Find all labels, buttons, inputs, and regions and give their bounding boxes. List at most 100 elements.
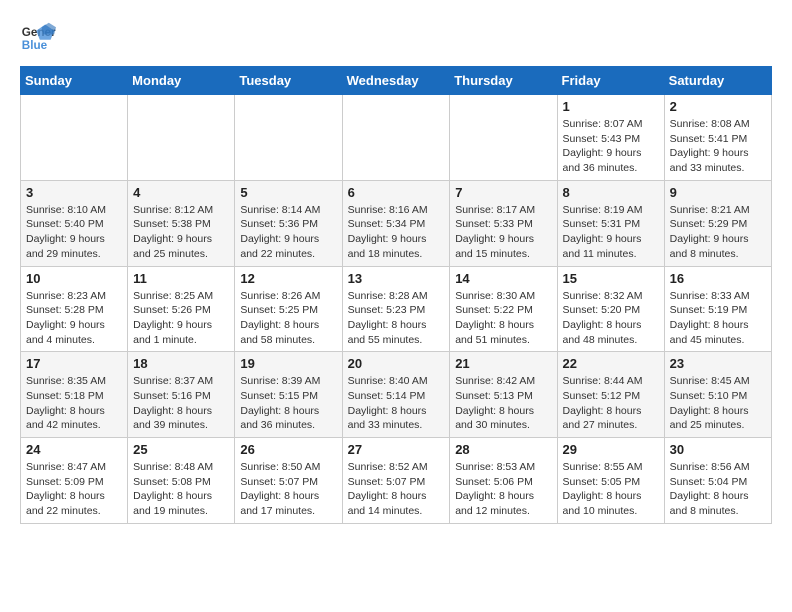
day-number: 21 [455, 356, 551, 371]
day-header-sunday: Sunday [21, 67, 128, 95]
day-number: 23 [670, 356, 766, 371]
day-number: 8 [563, 185, 659, 200]
calendar-cell: 9 Sunrise: 8:21 AMSunset: 5:29 PMDaylight… [664, 180, 771, 266]
day-number: 18 [133, 356, 229, 371]
day-info: Sunrise: 8:25 AMSunset: 5:26 PMDaylight:… [133, 289, 229, 348]
day-info: Sunrise: 8:52 AMSunset: 5:07 PMDaylight:… [348, 460, 445, 519]
calendar-cell: 20Sunrise: 8:40 AMSunset: 5:14 PMDayligh… [342, 352, 450, 438]
day-info: Sunrise: 8:53 AMSunset: 5:06 PMDaylight:… [455, 460, 551, 519]
calendar-cell: 23 Sunrise: 8:45 AMSunset: 5:10 PMDayligh… [664, 352, 771, 438]
day-info: Sunrise: 8:16 AMSunset: 5:34 PMDaylight:… [348, 203, 445, 262]
calendar-cell: 4Sunrise: 8:12 AMSunset: 5:38 PMDaylight… [128, 180, 235, 266]
day-number: 22 [563, 356, 659, 371]
day-info: Sunrise: 8:33 AMSunset: 5:19 PMDaylight:… [670, 289, 766, 348]
day-info: Sunrise: 8:10 AMSunset: 5:40 PMDaylight:… [26, 203, 122, 262]
calendar-cell [450, 95, 557, 181]
calendar-cell: 29 Sunrise: 8:55 AMSunset: 5:05 PMDayligh… [557, 438, 664, 524]
calendar-cell: 14Sunrise: 8:30 AMSunset: 5:22 PMDayligh… [450, 266, 557, 352]
calendar-cell: 2 Sunrise: 8:08 AMSunset: 5:41 PMDaylight… [664, 95, 771, 181]
calendar-cell: 21 Sunrise: 8:42 AMSunset: 5:13 PMDayligh… [450, 352, 557, 438]
day-number: 3 [26, 185, 122, 200]
day-number: 11 [133, 271, 229, 286]
day-number: 10 [26, 271, 122, 286]
day-number: 5 [240, 185, 336, 200]
calendar-week-5: 24 Sunrise: 8:47 AMSunset: 5:09 PMDayligh… [21, 438, 772, 524]
day-info: Sunrise: 8:50 AMSunset: 5:07 PMDaylight:… [240, 460, 336, 519]
calendar-cell: 16 Sunrise: 8:33 AMSunset: 5:19 PMDayligh… [664, 266, 771, 352]
day-header-thursday: Thursday [450, 67, 557, 95]
calendar-cell: 19Sunrise: 8:39 AMSunset: 5:15 PMDayligh… [235, 352, 342, 438]
day-number: 30 [670, 442, 766, 457]
calendar-cell: 28 Sunrise: 8:53 AMSunset: 5:06 PMDayligh… [450, 438, 557, 524]
day-info: Sunrise: 8:17 AMSunset: 5:33 PMDaylight:… [455, 203, 551, 262]
calendar-cell: 10 Sunrise: 8:23 AMSunset: 5:28 PMDayligh… [21, 266, 128, 352]
day-info: Sunrise: 8:23 AMSunset: 5:28 PMDaylight:… [26, 289, 122, 348]
calendar-cell: 8Sunrise: 8:19 AMSunset: 5:31 PMDaylight… [557, 180, 664, 266]
day-header-monday: Monday [128, 67, 235, 95]
day-number: 29 [563, 442, 659, 457]
day-info: Sunrise: 8:44 AMSunset: 5:12 PMDaylight:… [563, 374, 659, 433]
day-info: Sunrise: 8:21 AMSunset: 5:29 PMDaylight:… [670, 203, 766, 262]
calendar-cell: 18 Sunrise: 8:37 AMSunset: 5:16 PMDayligh… [128, 352, 235, 438]
calendar-cell: 17 Sunrise: 8:35 AMSunset: 5:18 PMDayligh… [21, 352, 128, 438]
logo: General Blue [20, 20, 56, 56]
calendar-week-3: 10 Sunrise: 8:23 AMSunset: 5:28 PMDayligh… [21, 266, 772, 352]
calendar-cell: 13Sunrise: 8:28 AMSunset: 5:23 PMDayligh… [342, 266, 450, 352]
day-number: 20 [348, 356, 445, 371]
calendar-cell: 6 Sunrise: 8:16 AMSunset: 5:34 PMDaylight… [342, 180, 450, 266]
day-info: Sunrise: 8:56 AMSunset: 5:04 PMDaylight:… [670, 460, 766, 519]
calendar-cell [235, 95, 342, 181]
day-info: Sunrise: 8:55 AMSunset: 5:05 PMDaylight:… [563, 460, 659, 519]
calendar-cell: 3 Sunrise: 8:10 AMSunset: 5:40 PMDaylight… [21, 180, 128, 266]
calendar-week-2: 3 Sunrise: 8:10 AMSunset: 5:40 PMDaylight… [21, 180, 772, 266]
day-info: Sunrise: 8:45 AMSunset: 5:10 PMDaylight:… [670, 374, 766, 433]
calendar-cell: 27 Sunrise: 8:52 AMSunset: 5:07 PMDayligh… [342, 438, 450, 524]
calendar-cell: 26 Sunrise: 8:50 AMSunset: 5:07 PMDayligh… [235, 438, 342, 524]
calendar-cell: 30 Sunrise: 8:56 AMSunset: 5:04 PMDayligh… [664, 438, 771, 524]
calendar-cell: 22 Sunrise: 8:44 AMSunset: 5:12 PMDayligh… [557, 352, 664, 438]
day-number: 16 [670, 271, 766, 286]
calendar-cell [21, 95, 128, 181]
day-info: Sunrise: 8:08 AMSunset: 5:41 PMDaylight:… [670, 117, 766, 176]
calendar-week-4: 17 Sunrise: 8:35 AMSunset: 5:18 PMDayligh… [21, 352, 772, 438]
day-number: 2 [670, 99, 766, 114]
day-info: Sunrise: 8:42 AMSunset: 5:13 PMDaylight:… [455, 374, 551, 433]
day-number: 15 [563, 271, 659, 286]
day-number: 6 [348, 185, 445, 200]
calendar-cell: 12Sunrise: 8:26 AMSunset: 5:25 PMDayligh… [235, 266, 342, 352]
day-number: 7 [455, 185, 551, 200]
day-info: Sunrise: 8:28 AMSunset: 5:23 PMDaylight:… [348, 289, 445, 348]
calendar-cell: 25Sunrise: 8:48 AMSunset: 5:08 PMDayligh… [128, 438, 235, 524]
calendar-cell: 11 Sunrise: 8:25 AMSunset: 5:26 PMDayligh… [128, 266, 235, 352]
day-info: Sunrise: 8:47 AMSunset: 5:09 PMDaylight:… [26, 460, 122, 519]
day-info: Sunrise: 8:32 AMSunset: 5:20 PMDaylight:… [563, 289, 659, 348]
calendar-cell [128, 95, 235, 181]
day-info: Sunrise: 8:35 AMSunset: 5:18 PMDaylight:… [26, 374, 122, 433]
calendar-body: 1 Sunrise: 8:07 AMSunset: 5:43 PMDaylight… [21, 95, 772, 524]
calendar-week-1: 1 Sunrise: 8:07 AMSunset: 5:43 PMDaylight… [21, 95, 772, 181]
day-number: 1 [563, 99, 659, 114]
day-info: Sunrise: 8:14 AMSunset: 5:36 PMDaylight:… [240, 203, 336, 262]
day-number: 14 [455, 271, 551, 286]
page-header: General Blue [20, 20, 772, 56]
svg-text:Blue: Blue [22, 39, 48, 52]
day-info: Sunrise: 8:37 AMSunset: 5:16 PMDaylight:… [133, 374, 229, 433]
day-number: 26 [240, 442, 336, 457]
calendar-cell: 5 Sunrise: 8:14 AMSunset: 5:36 PMDaylight… [235, 180, 342, 266]
day-number: 28 [455, 442, 551, 457]
day-info: Sunrise: 8:12 AMSunset: 5:38 PMDaylight:… [133, 203, 229, 262]
calendar-cell: 15 Sunrise: 8:32 AMSunset: 5:20 PMDayligh… [557, 266, 664, 352]
day-info: Sunrise: 8:48 AMSunset: 5:08 PMDaylight:… [133, 460, 229, 519]
day-number: 27 [348, 442, 445, 457]
calendar-cell: 7 Sunrise: 8:17 AMSunset: 5:33 PMDaylight… [450, 180, 557, 266]
day-info: Sunrise: 8:07 AMSunset: 5:43 PMDaylight:… [563, 117, 659, 176]
day-header-tuesday: Tuesday [235, 67, 342, 95]
calendar-header-row: SundayMondayTuesdayWednesdayThursdayFrid… [21, 67, 772, 95]
day-number: 24 [26, 442, 122, 457]
calendar-cell: 24 Sunrise: 8:47 AMSunset: 5:09 PMDayligh… [21, 438, 128, 524]
calendar-cell [342, 95, 450, 181]
day-number: 17 [26, 356, 122, 371]
day-number: 9 [670, 185, 766, 200]
day-header-wednesday: Wednesday [342, 67, 450, 95]
day-header-saturday: Saturday [664, 67, 771, 95]
